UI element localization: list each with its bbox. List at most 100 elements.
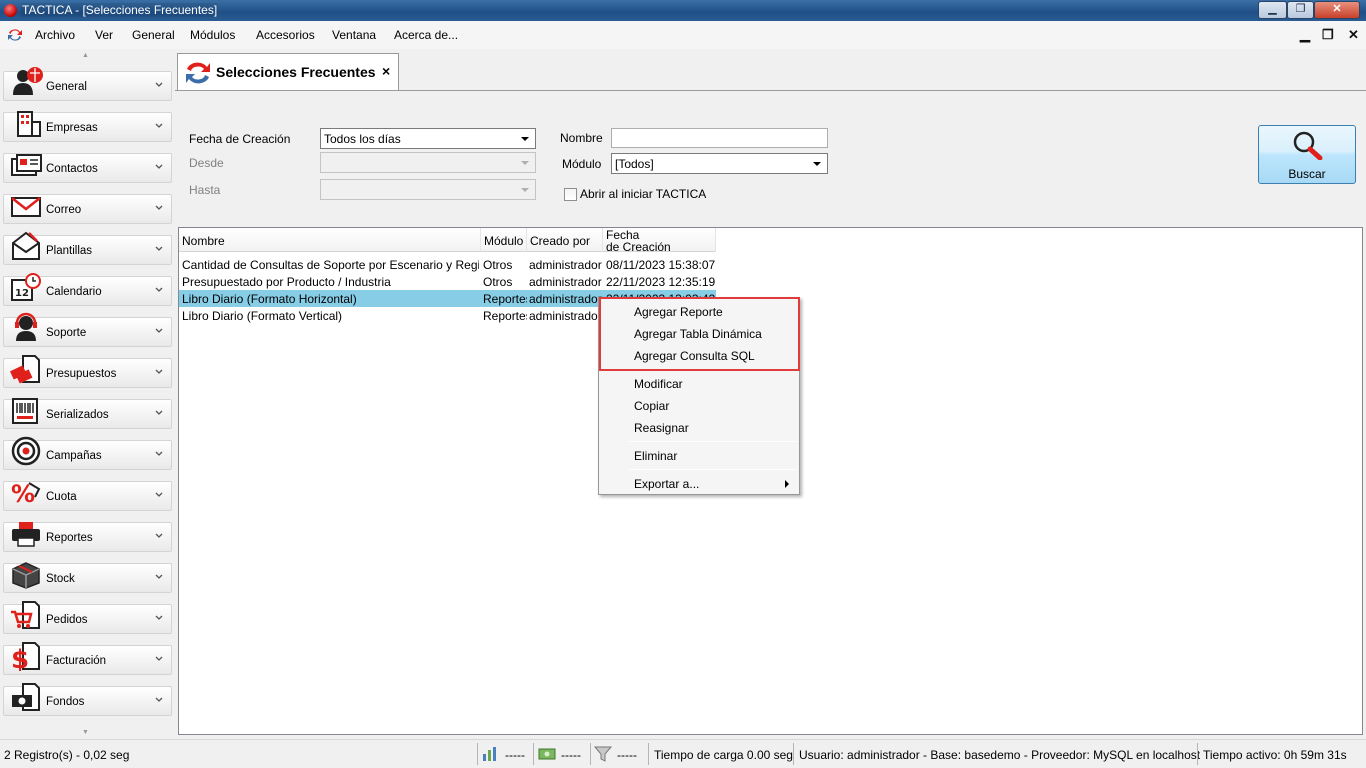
money-stack-icon	[538, 748, 556, 760]
sidebar-item-serializados[interactable]: Serializados	[3, 398, 172, 429]
status-value-3: -----	[617, 748, 637, 762]
sidebar-item-label: Soporte	[46, 327, 87, 339]
sidebar-item-contactos[interactable]: Contactos	[3, 153, 172, 183]
chart-icon	[483, 747, 496, 761]
menu-modulos[interactable]: Módulos	[190, 28, 235, 42]
table-row[interactable]: Cantidad de Consultas de Soporte por Esc…	[179, 256, 716, 273]
sidebar-item-label: Calendario	[46, 286, 102, 298]
sidebar-item-pedidos[interactable]: Pedidos	[3, 601, 172, 634]
calendar-icon: 12	[11, 273, 41, 301]
sidebar-item-general[interactable]: General	[3, 67, 172, 101]
desde-label: Desde	[189, 156, 224, 170]
sidebar-item-calendario[interactable]: 12 Calendario	[3, 273, 172, 306]
svg-text:12: 12	[15, 288, 29, 299]
sidebar-item-cuota[interactable]: % Cuota	[3, 480, 172, 511]
menu-separator	[629, 441, 797, 442]
abrir-al-iniciar-label[interactable]: Abrir al iniciar TACTICA	[580, 187, 706, 201]
sidebar-item-campanas[interactable]: Campañas	[3, 436, 172, 470]
sidebar-item-presupuestos[interactable]: Presupuestos	[3, 355, 172, 388]
menu-item-modificar[interactable]: Modificar	[634, 377, 683, 391]
window-title: TACTICA - [Selecciones Frecuentes]	[21, 3, 219, 17]
fecha-creacion-select[interactable]: Todos los días	[320, 128, 536, 149]
menu-separator	[629, 469, 797, 470]
sidebar-item-label: Plantillas	[46, 245, 93, 257]
status-tiempo-activo: Tiempo activo: 0h 59m 31s	[1203, 748, 1347, 762]
chevron-down-icon	[155, 574, 163, 579]
sidebar-item-label: General	[46, 81, 87, 93]
tab-selecciones-frecuentes[interactable]: Selecciones Frecuentes ×	[177, 53, 399, 90]
chevron-down-icon	[155, 246, 163, 251]
sidebar-item-correo[interactable]: Correo	[3, 194, 172, 224]
menu-general[interactable]: General	[132, 28, 175, 42]
sidebar-item-stock[interactable]: Stock	[3, 562, 172, 593]
table-row[interactable]: Presupuestado por Producto / Industria O…	[179, 273, 716, 290]
support-headset-icon	[15, 312, 37, 341]
minimize-button[interactable]: ▁	[1258, 1, 1287, 19]
desde-date-picker[interactable]	[320, 152, 536, 173]
status-divider	[477, 743, 478, 765]
envelope-icon	[11, 197, 41, 217]
printer-icon	[12, 522, 40, 547]
dropdown-arrow-icon	[521, 137, 529, 141]
sidebar-item-label: Pedidos	[46, 614, 88, 626]
status-divider	[533, 743, 534, 765]
mdi-close-button[interactable]: ✕	[1348, 27, 1359, 43]
sidebar-item-soporte[interactable]: Soporte	[3, 312, 172, 347]
magnifier-icon	[1293, 131, 1323, 160]
menu-archivo[interactable]: Archivo	[35, 28, 75, 42]
column-header-creado-por[interactable]: Creado por	[527, 228, 603, 252]
hasta-date-picker[interactable]	[320, 179, 536, 200]
menu-item-copiar[interactable]: Copiar	[634, 399, 669, 413]
menu-acerca-de[interactable]: Acerca de...	[394, 28, 458, 42]
sidebar-item-label: Contactos	[46, 163, 98, 175]
maximize-button[interactable]: ❐	[1287, 1, 1314, 19]
chevron-down-icon	[155, 82, 163, 87]
hasta-label: Hasta	[189, 183, 221, 197]
chevron-down-icon	[155, 697, 163, 702]
sidebar-item-label: Serializados	[46, 409, 109, 421]
tab-close-icon[interactable]: ×	[382, 63, 390, 79]
menu-ventana[interactable]: Ventana	[332, 28, 376, 42]
barcode-icon	[12, 398, 38, 424]
sidebar-scroll-up-icon[interactable]: ▲	[82, 52, 89, 59]
sidebar-item-empresas[interactable]: Empresas	[3, 111, 172, 142]
abrir-al-iniciar-checkbox[interactable]	[564, 188, 577, 201]
sidebar-item-facturacion[interactable]: $ Facturación	[3, 642, 172, 675]
menu-accesorios[interactable]: Accesorios	[256, 28, 315, 42]
selecciones-frecuentes-icon	[186, 62, 210, 84]
column-header-fecha-creacion[interactable]: Fecha de Creación	[603, 228, 716, 254]
column-header-nombre[interactable]: Nombre	[179, 228, 481, 252]
menu-item-exportar-a[interactable]: Exportar a...	[634, 477, 699, 491]
status-tiempo-carga: Tiempo de carga 0.00 seg	[654, 748, 793, 762]
mdi-restore-button[interactable]: ❐	[1322, 27, 1334, 43]
submenu-arrow-icon	[785, 480, 789, 488]
column-header-modulo[interactable]: Módulo	[481, 228, 527, 252]
status-divider	[793, 743, 794, 765]
modulo-label: Módulo	[562, 157, 602, 171]
sidebar-item-reportes[interactable]: Reportes	[3, 522, 172, 552]
title-bar: TACTICA - [Selecciones Frecuentes] ▁ ❐ ✕	[0, 0, 1366, 21]
chevron-down-icon	[155, 656, 163, 661]
status-divider	[648, 743, 649, 765]
menu-bar: Archivo Ver General Módulos Accesorios V…	[0, 21, 1366, 49]
menu-item-reasignar[interactable]: Reasignar	[634, 421, 689, 435]
close-window-button[interactable]: ✕	[1314, 1, 1360, 19]
sidebar-item-label: Presupuestos	[46, 368, 117, 380]
box-icon	[12, 562, 40, 589]
svg-text:$: $	[11, 645, 29, 671]
menu-item-eliminar[interactable]: Eliminar	[634, 449, 677, 463]
nombre-input[interactable]	[611, 128, 828, 148]
sidebar-item-label: Fondos	[46, 696, 85, 708]
sidebar-item-fondos[interactable]: Fondos	[3, 683, 172, 716]
modulo-select[interactable]: [Todos]	[611, 153, 828, 174]
chevron-down-icon	[155, 287, 163, 292]
chevron-down-icon	[155, 615, 163, 620]
menu-ver[interactable]: Ver	[95, 28, 113, 42]
mdi-minimize-button[interactable]: ▁	[1300, 27, 1310, 43]
sidebar-item-plantillas[interactable]: Plantillas	[3, 231, 172, 265]
template-icon	[12, 231, 40, 260]
sidebar-scroll-down-icon[interactable]: ▼	[82, 729, 89, 736]
quote-icon	[9, 355, 40, 384]
buscar-button[interactable]: Buscar	[1258, 125, 1356, 184]
chevron-down-icon	[155, 451, 163, 456]
